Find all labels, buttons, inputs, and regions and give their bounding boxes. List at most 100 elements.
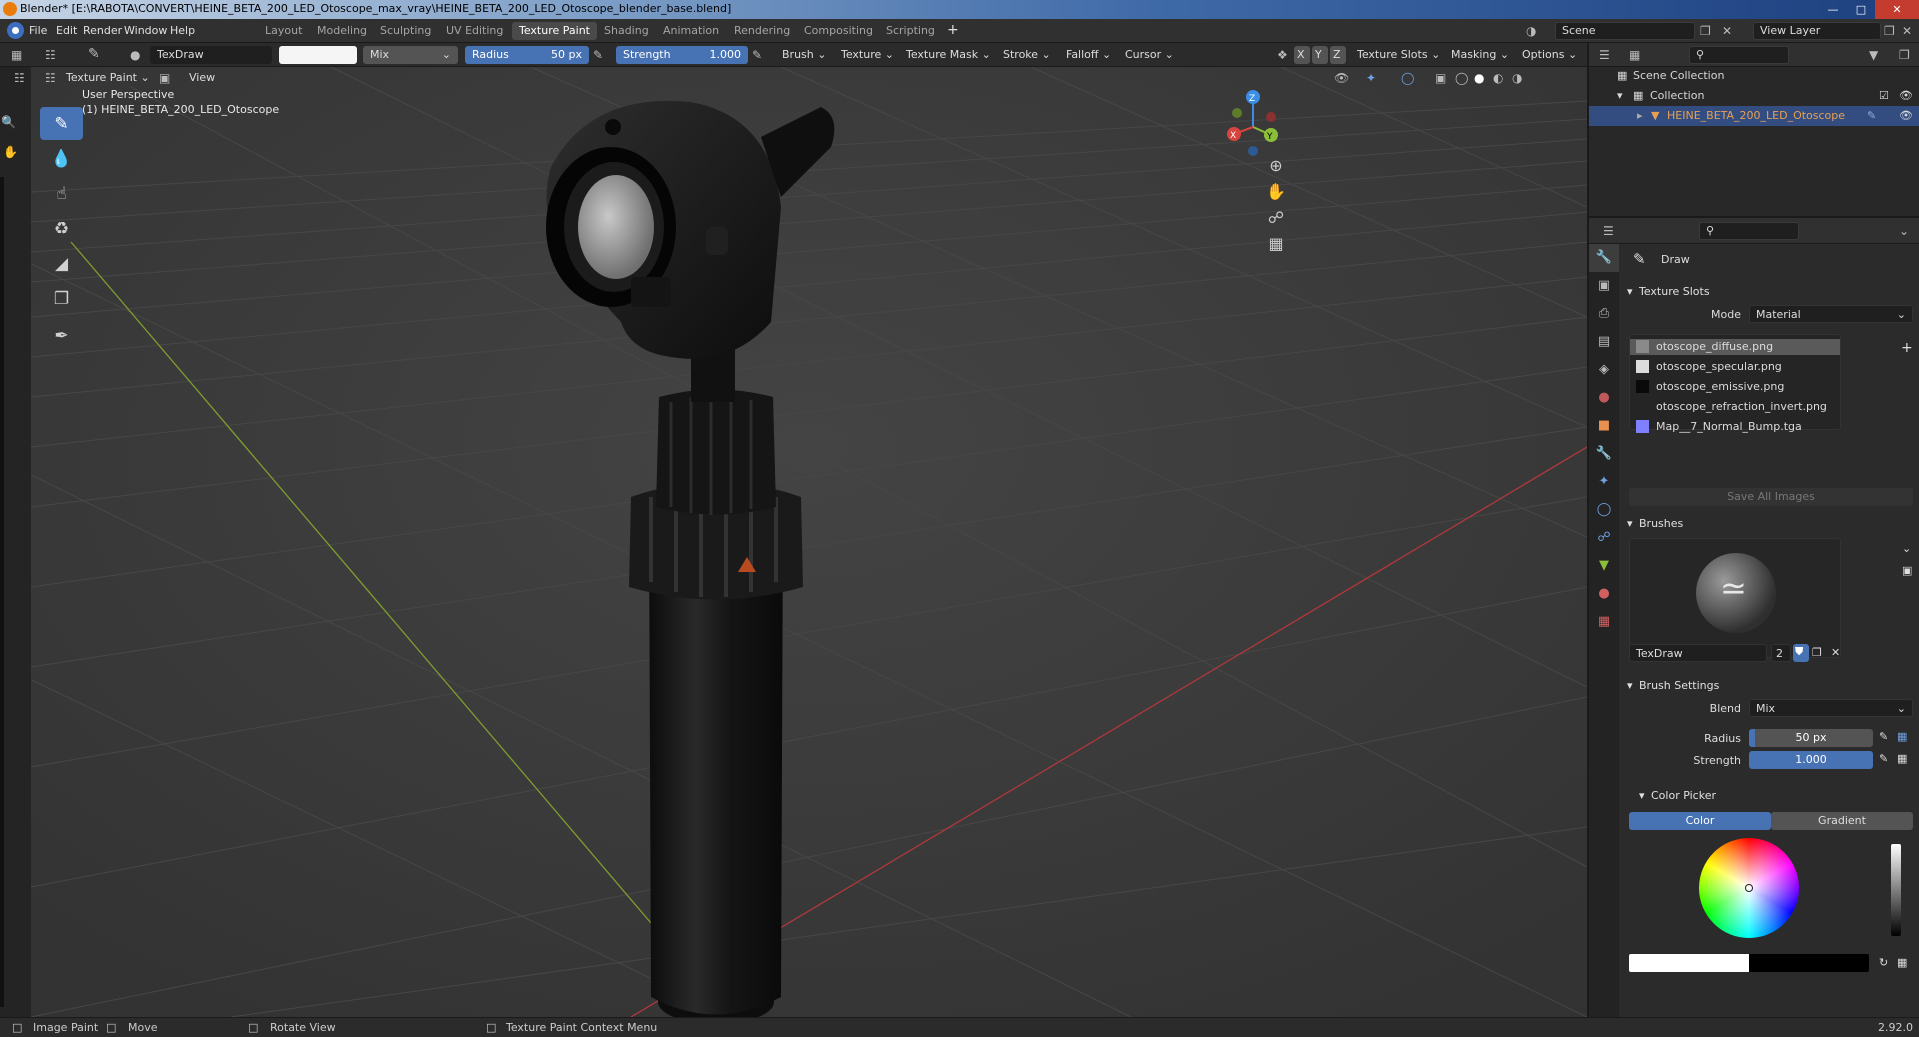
brush-name-field[interactable]: TexDraw xyxy=(150,46,272,64)
shading-material-icon[interactable]: ◐ xyxy=(1493,71,1503,85)
strength-unit-icon[interactable]: ▦ xyxy=(1897,752,1907,765)
delete-view-layer-icon[interactable]: ✕ xyxy=(1902,24,1912,38)
camera-view-icon[interactable]: ☍ xyxy=(1262,204,1290,232)
outliner-collection[interactable]: ▾ ▦ Collection ☑ 👁 xyxy=(1589,86,1919,106)
overlay-tool-icon[interactable]: ☷ xyxy=(14,71,25,85)
visibility-icon[interactable]: 👁 xyxy=(1334,71,1349,85)
cursor-menu[interactable]: Cursor ⌄ xyxy=(1125,48,1174,61)
tool-mode-icon[interactable]: ☷ xyxy=(45,48,56,62)
workspace-tab-texture-paint[interactable]: Texture Paint xyxy=(512,22,597,40)
delete-scene-icon[interactable]: ✕ xyxy=(1722,24,1732,38)
world-tab-icon[interactable]: ● xyxy=(1589,384,1619,412)
outliner-scene-collection[interactable]: ▦ Scene Collection xyxy=(1589,66,1919,86)
masking-menu[interactable]: Masking ⌄ xyxy=(1451,48,1509,61)
texture-slots-menu[interactable]: Texture Slots ⌄ xyxy=(1357,48,1440,61)
stroke-menu[interactable]: Stroke ⌄ xyxy=(1003,48,1051,61)
workspace-tab-uv-editing[interactable]: UV Editing xyxy=(439,22,510,40)
clone-tool-icon[interactable]: ♻ xyxy=(40,212,83,245)
ortho-view-icon[interactable]: ▦ xyxy=(1262,230,1290,258)
3d-viewport[interactable]: Z Y X User Perspective (1) HEINE_BETA_20… xyxy=(31,67,1587,1017)
workspace-tab-layout[interactable]: Layout xyxy=(258,22,309,40)
modifier-tab-icon[interactable]: 🔧 xyxy=(1589,440,1619,468)
render-tab-icon[interactable]: ▣ xyxy=(1589,272,1619,300)
fill-tool-icon[interactable]: ◢ xyxy=(40,247,83,280)
texture-mask-menu[interactable]: Texture Mask ⌄ xyxy=(906,48,991,61)
radius-pressure-icon[interactable]: ✎ xyxy=(593,48,603,62)
outliner-editor-icon[interactable]: ☰ xyxy=(1599,48,1610,62)
brush-image-icon[interactable]: ▣ xyxy=(1902,564,1912,577)
minimize-button[interactable]: — xyxy=(1819,0,1847,19)
chevron-down-icon[interactable]: ⌄ xyxy=(1902,542,1911,555)
constraints-tab-icon[interactable]: ☍ xyxy=(1589,524,1619,552)
data-tab-icon[interactable]: ▼ xyxy=(1589,552,1619,580)
scene-selector[interactable]: Scene xyxy=(1555,22,1695,40)
add-workspace-button[interactable]: + xyxy=(947,22,959,38)
close-button[interactable]: ✕ xyxy=(1875,0,1919,19)
texture-tab-icon[interactable]: ▦ xyxy=(1589,608,1619,636)
workspace-tab-rendering[interactable]: Rendering xyxy=(727,22,797,40)
fake-user-brush-icon[interactable]: ● xyxy=(130,48,140,62)
material-tab-icon[interactable]: ● xyxy=(1589,580,1619,608)
view-layer-selector[interactable]: View Layer xyxy=(1753,22,1881,40)
strength-pressure-icon[interactable]: ✎ xyxy=(752,48,762,62)
display-mode-icon[interactable]: ▦ xyxy=(1629,48,1640,62)
color-swatch-bar[interactable] xyxy=(1629,954,1869,972)
properties-options-icon[interactable]: ⌄ xyxy=(1899,224,1909,238)
shading-solid-icon[interactable]: ● xyxy=(1474,71,1484,85)
mirror-y-toggle[interactable]: Y xyxy=(1312,46,1328,64)
editor-type-icon[interactable]: ▦ xyxy=(11,48,22,62)
outliner-search-input[interactable]: ⚲ xyxy=(1689,46,1789,64)
tool-tab-icon[interactable]: 🔧 xyxy=(1589,244,1619,272)
add-texture-slot-icon[interactable]: + xyxy=(1901,340,1913,356)
texture-slot-list[interactable]: otoscope_diffuse.png otoscope_specular.p… xyxy=(1629,334,1841,433)
menu-file[interactable]: File xyxy=(29,24,47,37)
texture-slot-item[interactable]: otoscope_emissive.png xyxy=(1630,379,1840,395)
output-tab-icon[interactable]: ⎙ xyxy=(1589,300,1619,328)
workspace-tab-scripting[interactable]: Scripting xyxy=(879,22,942,40)
outliner-object-row[interactable]: ▸ ▼ HEINE_BETA_200_LED_Otoscope ✎ 👁 xyxy=(1589,106,1919,126)
zoom-icon[interactable]: 🔍 xyxy=(1,115,16,129)
brushes-panel-header[interactable]: ▾ Brushes xyxy=(1619,512,1919,536)
radius-unit-icon[interactable]: ▦ xyxy=(1897,730,1907,743)
menu-edit[interactable]: Edit xyxy=(56,24,77,37)
brush-settings-panel-header[interactable]: ▾ Brush Settings xyxy=(1619,674,1919,698)
blend-dropdown[interactable]: Mix ⌄ xyxy=(1749,699,1913,717)
brush-name-field[interactable]: TexDraw xyxy=(1629,644,1767,662)
menu-window[interactable]: Window xyxy=(124,24,167,37)
hand-icon[interactable]: ✋ xyxy=(3,145,18,159)
properties-editor-icon[interactable]: ☰ xyxy=(1603,224,1614,238)
zoom-view-icon[interactable]: ⊕ xyxy=(1262,152,1290,180)
strength-slider[interactable]: 1.000 xyxy=(1749,751,1873,769)
texture-slot-item[interactable]: otoscope_specular.png xyxy=(1630,359,1840,375)
mode-dropdown[interactable]: Texture Paint ⌄ xyxy=(66,71,150,84)
menu-help[interactable]: Help xyxy=(170,24,195,37)
xray-toggle-icon[interactable]: ▣ xyxy=(1435,71,1446,85)
expand-arrow-icon[interactable]: ▸ xyxy=(1637,109,1643,122)
blend-mode-dropdown[interactable]: Mix ⌄ xyxy=(363,46,458,64)
overlays-toggle-icon[interactable]: ◯ xyxy=(1401,71,1414,85)
scene-type-icon[interactable]: ◑ xyxy=(1526,24,1536,38)
color-picker-panel-header[interactable]: ▾ Color Picker xyxy=(1619,784,1919,808)
particles-tab-icon[interactable]: ✦ xyxy=(1589,468,1619,496)
workspace-tab-compositing[interactable]: Compositing xyxy=(797,22,880,40)
mode-dropdown[interactable]: Material ⌄ xyxy=(1749,305,1913,323)
workspace-tab-modeling[interactable]: Modeling xyxy=(310,22,374,40)
mask-tool-icon[interactable]: ❐ xyxy=(40,282,83,315)
expand-arrow-icon[interactable]: ▾ xyxy=(1617,89,1623,102)
visibility-eye-icon[interactable]: 👁 xyxy=(1899,109,1913,122)
unlink-brush-icon[interactable]: ✕ xyxy=(1831,646,1840,659)
view-menu[interactable]: View xyxy=(189,71,215,84)
texture-slots-panel-header[interactable]: ▾ Texture Slots xyxy=(1619,280,1919,304)
brush-preview[interactable]: ≃ xyxy=(1629,538,1841,658)
object-tab-icon[interactable]: ■ xyxy=(1589,412,1619,440)
color-wheel-cursor[interactable] xyxy=(1745,884,1753,892)
workspace-tab-animation[interactable]: Animation xyxy=(656,22,726,40)
shading-rendered-icon[interactable]: ◑ xyxy=(1512,71,1522,85)
mirror-z-toggle[interactable]: Z xyxy=(1330,46,1346,64)
texture-menu[interactable]: Texture ⌄ xyxy=(841,48,894,61)
view-layer-tab-icon[interactable]: ▤ xyxy=(1589,328,1619,356)
scene-tab-icon[interactable]: ◈ xyxy=(1589,356,1619,384)
strength-pressure-icon[interactable]: ✎ xyxy=(1879,752,1888,765)
mirror-x-toggle[interactable]: X xyxy=(1294,46,1310,64)
soften-tool-icon[interactable]: 💧 xyxy=(40,142,83,175)
